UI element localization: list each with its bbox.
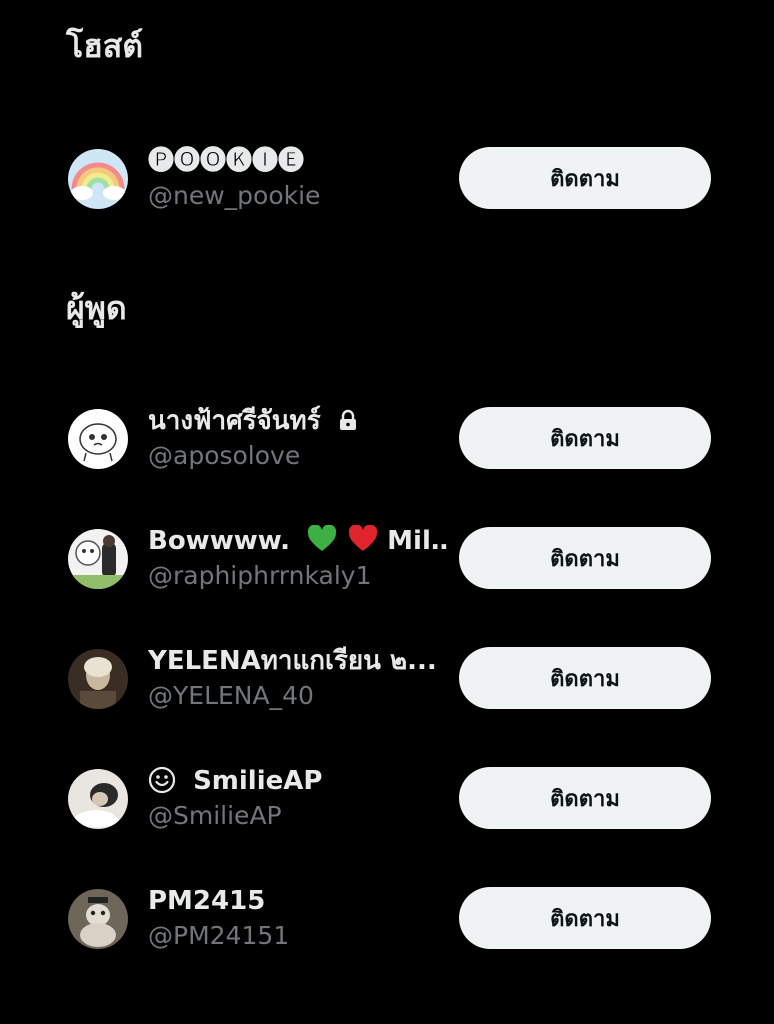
photo-avatar-icon[interactable] (68, 649, 128, 709)
speakers-section-title: ผู้พูด (66, 289, 127, 327)
speaker-row[interactable]: YELENAทาแกเรียน ๒... @YELENA_40 ติดตาม (0, 644, 774, 714)
speaker-row[interactable]: นางฟ้าศรีจันทร์ @aposolove ติดตาม (0, 404, 774, 474)
user-display-name: YELENAทาแกเรียน ๒... (148, 646, 437, 676)
red-heart-icon (348, 524, 378, 562)
user-handle: @SmilieAP (148, 801, 282, 830)
follow-button[interactable]: ติดตาม (459, 407, 711, 469)
lock-icon (338, 406, 358, 440)
photo-avatar-icon[interactable] (68, 769, 128, 829)
user-display-name-wrap: SmilieAP (148, 764, 322, 803)
photo-avatar-icon[interactable] (68, 889, 128, 949)
user-display-name: PM2415 (148, 886, 266, 916)
user-handle: @PM24151 (148, 921, 290, 950)
follow-button[interactable]: ติดตาม (459, 887, 711, 949)
user-display-name: 🅟🅞🅞🅚🅘🅔 (148, 146, 305, 176)
follow-button[interactable]: ติดตาม (459, 147, 711, 209)
user-display-name-wrap: Bowwww. Mil… (148, 524, 448, 562)
user-display-name: นางฟ้าศรีจันทร์ (148, 406, 321, 436)
rainbow-avatar-icon[interactable] (68, 149, 128, 209)
green-heart-icon (307, 524, 337, 562)
user-handle: @aposolove (148, 441, 301, 470)
user-display-name: Bowwww. (148, 526, 290, 556)
smiley-icon (148, 766, 176, 803)
user-display-name-suffix: Mil… (387, 526, 448, 556)
cartoon-avatar-icon[interactable] (68, 409, 128, 469)
speaker-row[interactable]: PM2415 @PM24151 ติดตาม (0, 884, 774, 954)
follow-button[interactable]: ติดตาม (459, 527, 711, 589)
user-display-name: SmilieAP (193, 766, 323, 796)
user-handle: @new_pookie (148, 181, 321, 210)
user-handle: @YELENA_40 (148, 681, 314, 710)
user-display-name-wrap: นางฟ้าศรีจันทร์ (148, 404, 358, 440)
follow-button[interactable]: ติดตาม (459, 647, 711, 709)
follow-button[interactable]: ติดตาม (459, 767, 711, 829)
host-section-title: โฮสต์ (66, 27, 144, 65)
user-handle: @raphiphrrnkaly1 (148, 561, 372, 590)
speaker-row[interactable]: Bowwww. Mil… @raphiphrrnkaly1 ติดตาม (0, 524, 774, 594)
host-user-row[interactable]: 🅟🅞🅞🅚🅘🅔 @new_pookie ติดตาม (0, 144, 774, 214)
photo-avatar-icon[interactable] (68, 529, 128, 589)
speaker-row[interactable]: SmilieAP @SmilieAP ติดตาม (0, 764, 774, 834)
